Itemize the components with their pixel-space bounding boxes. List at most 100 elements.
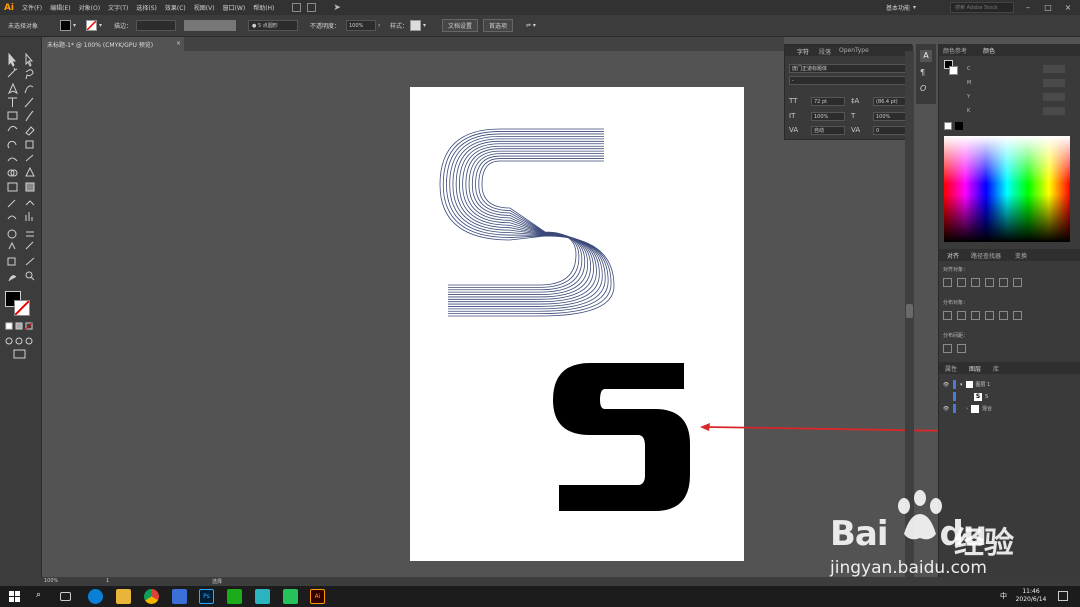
eye-icon[interactable]: 👁 xyxy=(939,406,953,412)
zoom-field[interactable]: 100% xyxy=(44,578,58,584)
baidu-watermark: Bai du 经验 jingyan.baidu.com xyxy=(828,488,1078,588)
font-size-field[interactable]: 72 pt xyxy=(811,97,845,106)
tab-color[interactable]: 颜色 xyxy=(983,46,995,55)
expand-icon[interactable]: ▾ xyxy=(960,382,963,388)
blend-line xyxy=(448,140,604,305)
watermark-cn: 经验 xyxy=(954,526,1014,561)
cyan-value-field[interactable] xyxy=(1043,65,1065,73)
layer-item-row[interactable]: S S xyxy=(939,391,1080,402)
wechat-icon[interactable] xyxy=(227,589,242,604)
color-stroke-swatch[interactable] xyxy=(949,66,958,75)
blend-line xyxy=(448,153,604,293)
distribute-hcenter-icon[interactable] xyxy=(999,311,1008,320)
photoshop-icon[interactable]: Ps xyxy=(199,589,214,604)
blend-line xyxy=(448,150,604,295)
layer-item-label: 混合 xyxy=(982,406,993,412)
spacing-vertical-icon[interactable] xyxy=(943,344,952,353)
distribute-vcenter-icon[interactable] xyxy=(957,311,966,320)
color-spectrum[interactable] xyxy=(944,136,1070,242)
kerning-field[interactable]: 自动 xyxy=(811,126,845,135)
tab-paragraph[interactable]: 段落 xyxy=(819,47,831,56)
current-tool-label: 选择 xyxy=(212,579,223,585)
black-swatch[interactable] xyxy=(955,122,963,130)
eye-icon[interactable]: 👁 xyxy=(939,382,953,388)
tab-layers[interactable]: 图层 xyxy=(969,364,981,373)
blend-s-lines[interactable] xyxy=(439,128,615,317)
horizontal-scale-icon: T xyxy=(851,112,856,120)
ime-indicator[interactable]: 中 xyxy=(1000,591,1007,601)
distribute-bottom-icon[interactable] xyxy=(971,311,980,320)
tab-character[interactable]: 字符 xyxy=(797,47,809,56)
spacing-horizontal-icon[interactable] xyxy=(957,344,966,353)
expand-icon[interactable]: › xyxy=(966,406,968,412)
distribute-right-icon[interactable] xyxy=(1013,311,1022,320)
tab-opentype[interactable]: OpenType xyxy=(839,47,869,54)
character-panel: 字符 段落 OpenType 庞门正道标题体 - TT 72 pt ‡A (86… xyxy=(784,44,913,140)
kerning-icon: VA xyxy=(789,126,799,134)
layer-thumb xyxy=(965,381,973,388)
solid-s-letter[interactable] xyxy=(553,363,690,511)
windows-taskbar: ⌕ Ps Ai 中 11:46 2020/6/14 xyxy=(0,586,1080,607)
tab-pathfinder[interactable]: 路径查找器 xyxy=(971,251,1001,260)
artboard-number-field[interactable]: 1 xyxy=(106,578,109,584)
font-size-icon: TT xyxy=(789,97,798,105)
distribute-spacing-label: 分布间距： xyxy=(943,333,969,339)
distribute-left-icon[interactable] xyxy=(985,311,994,320)
horizontal-scale-field[interactable]: 100% xyxy=(873,112,909,121)
tab-align[interactable]: 对齐 xyxy=(947,251,959,260)
panel-icon-strip: A ¶ O xyxy=(916,44,936,104)
none-swatch[interactable] xyxy=(944,122,952,130)
yellow-value-field[interactable] xyxy=(1043,93,1065,101)
vertical-scale-icon: IT xyxy=(789,112,796,120)
tracking-icon: VA xyxy=(851,126,861,134)
layer-item-row[interactable]: 👁 › 混合 xyxy=(939,403,1080,414)
scroll-thumb[interactable] xyxy=(906,304,913,318)
tracking-field[interactable]: 0 xyxy=(873,126,909,135)
illustrator-taskbar-icon[interactable]: Ai xyxy=(310,589,325,604)
layer-row[interactable]: 👁 ▾ 图层 1 xyxy=(939,379,1080,390)
vertical-scale-field[interactable]: 100% xyxy=(811,112,845,121)
notification-icon[interactable] xyxy=(1058,591,1068,601)
magenta-value-field[interactable] xyxy=(1043,79,1065,87)
item-thumb xyxy=(971,404,979,413)
align-top-icon[interactable] xyxy=(985,278,994,287)
yellow-label: Y xyxy=(967,94,971,100)
start-icon[interactable] xyxy=(9,591,21,603)
magenta-label: M xyxy=(967,80,972,86)
black-value-field[interactable] xyxy=(1043,107,1065,115)
align-left-icon[interactable] xyxy=(943,278,952,287)
chrome-icon[interactable] xyxy=(144,589,159,604)
align-hcenter-icon[interactable] xyxy=(957,278,966,287)
system-clock[interactable]: 11:46 2020/6/14 xyxy=(1014,588,1048,604)
cyan-label: C xyxy=(967,66,971,72)
align-vcenter-icon[interactable] xyxy=(999,278,1008,287)
task-view-icon[interactable] xyxy=(60,592,71,601)
font-style-field[interactable]: - xyxy=(789,76,909,85)
app-icon[interactable] xyxy=(255,589,270,604)
font-family-field[interactable]: 庞门正道标题体 xyxy=(789,64,909,73)
tab-color-guide[interactable]: 颜色参考 xyxy=(943,46,967,55)
tab-properties[interactable]: 属性 xyxy=(945,364,957,373)
character-panel-icon[interactable]: A xyxy=(920,50,932,62)
align-bottom-icon[interactable] xyxy=(1013,278,1022,287)
blend-line xyxy=(448,148,604,298)
arrow-head xyxy=(700,423,710,431)
blend-line xyxy=(448,138,604,307)
app-icon[interactable] xyxy=(283,589,298,604)
distribute-top-icon[interactable] xyxy=(943,311,952,320)
app-icon[interactable] xyxy=(172,589,187,604)
item-thumb: S xyxy=(974,392,982,401)
tab-libraries[interactable]: 库 xyxy=(993,364,999,373)
blend-line xyxy=(448,155,604,291)
edge-icon[interactable] xyxy=(88,589,103,604)
align-objects-label: 对齐对象： xyxy=(943,267,969,273)
opentype-panel-icon[interactable]: O xyxy=(920,84,926,93)
search-icon[interactable]: ⌕ xyxy=(36,590,41,600)
black-label: K xyxy=(967,108,971,114)
leading-icon: ‡A xyxy=(851,97,860,105)
leading-field[interactable]: (86.4 pt) xyxy=(873,97,909,106)
paragraph-panel-icon[interactable]: ¶ xyxy=(920,68,925,77)
align-right-icon[interactable] xyxy=(971,278,980,287)
tab-transform[interactable]: 变换 xyxy=(1015,251,1027,260)
file-explorer-icon[interactable] xyxy=(116,589,131,604)
